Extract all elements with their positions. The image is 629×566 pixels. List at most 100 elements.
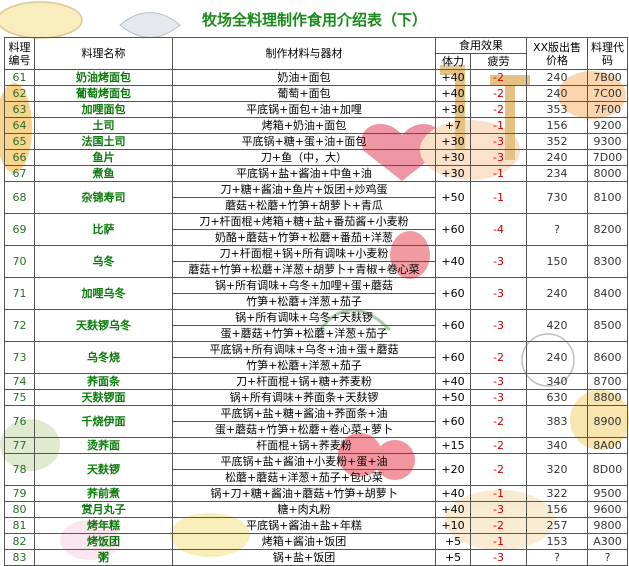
recipe-hp: +40: [435, 245, 471, 278]
recipe-number: 67: [4, 165, 35, 182]
recipe-number: 68: [4, 181, 35, 214]
recipe-materials: 糖+肉丸粉: [172, 501, 436, 518]
recipe-code: 8100: [587, 181, 628, 214]
recipe-code: 9500: [587, 485, 628, 502]
recipe-number: 72: [4, 309, 35, 342]
recipe-hp: +60: [435, 277, 471, 310]
recipe-price: 240: [526, 277, 588, 310]
recipe-price: 320: [526, 453, 588, 486]
header-no: 料理编号: [4, 37, 35, 70]
recipe-materials: 蛋+蘑菇+竹笋+松蘑+洋葱+茄子: [172, 325, 436, 342]
recipe-materials: 平底锅+所有调味+乌冬+油+蛋+蘑菇: [172, 341, 436, 358]
recipe-hp: +5: [435, 549, 471, 566]
recipe-materials: 锅+所有调味+乌冬+加哩+蛋+蘑菇: [172, 277, 436, 294]
recipe-number: 74: [4, 373, 35, 390]
recipe-code: 8D00: [587, 453, 628, 486]
page-title: 牧场全料理制作食用介绍表（下）: [201, 11, 427, 29]
recipe-fatigue: -3: [470, 245, 527, 278]
recipe-name: 赏月丸子: [34, 501, 173, 518]
recipe-hp: +30: [435, 149, 471, 166]
recipe-materials: 烤箱+酱油+饭团: [172, 533, 436, 550]
header-hp: 体力: [435, 53, 471, 70]
recipe-number: 71: [4, 277, 35, 310]
recipe-code: 9600: [587, 501, 628, 518]
table-row: 62 葡萄烤面包 葡萄+面包 +40 -2 240 7C00: [4, 85, 628, 102]
recipe-number: 70: [4, 245, 35, 278]
recipe-code: 8500: [587, 309, 628, 342]
recipe-materials: 平底锅+糖+蛋+油+面包: [172, 133, 436, 150]
table-row: 64 土司 烤箱+奶油+面包 +7 -1 156 9200: [4, 117, 628, 134]
recipe-name: 荞前煮: [34, 485, 173, 502]
recipe-number: 63: [4, 101, 35, 118]
recipe-name: 法国土司: [34, 133, 173, 150]
recipe-fatigue: -2: [470, 101, 527, 118]
table-row: 67 煮鱼 平底锅+盐+酱油+中鱼+油 +30 -1 234 8000: [4, 165, 628, 182]
recipe-fatigue: -3: [470, 501, 527, 518]
recipe-fatigue: -1: [470, 165, 527, 182]
recipe-number: 76: [4, 405, 35, 438]
recipe-name: 鱼片: [34, 149, 173, 166]
recipe-materials: 刀+杆面棍+锅+糖+荞麦粉: [172, 373, 436, 390]
table-row: 80 赏月丸子 糖+肉丸粉 +40 -3 156 9600: [4, 501, 628, 518]
recipe-materials: 刀+鱼（中，大）: [172, 149, 436, 166]
recipe-code: 8A00: [587, 437, 628, 454]
recipe-materials: 蘑菇+竹笋+松蘑+洋葱+胡萝卜+青椒+卷心菜: [172, 261, 436, 278]
table-row: 69 比萨 刀+杆面棍+烤箱+糖+盐+番茄酱+小麦粉 +60 -4? 8200: [4, 213, 628, 246]
recipe-code: 8600: [587, 341, 628, 374]
recipe-hp: +60: [435, 309, 471, 342]
recipe-hp: +50: [435, 389, 471, 406]
recipe-code: 8400: [587, 277, 628, 310]
recipe-number: 64: [4, 117, 35, 134]
recipe-number: 69: [4, 213, 35, 246]
recipe-materials: 葡萄+面包: [172, 85, 436, 102]
recipe-price: 156: [526, 501, 588, 518]
recipe-number: 73: [4, 341, 35, 374]
recipe-name: 粥: [34, 549, 173, 566]
recipe-fatigue: -3: [470, 373, 527, 390]
recipe-number: 83: [4, 549, 35, 566]
recipe-code: 9800: [587, 517, 628, 534]
recipe-price: 352: [526, 133, 588, 150]
recipe-name: 比萨: [34, 213, 173, 246]
recipe-materials: 锅+刀+糖+酱油+蘑菇+竹笋+胡萝卜: [172, 485, 436, 502]
recipe-materials: 锅+所有调味+荞面条+天麸锣: [172, 389, 436, 406]
recipe-materials: 平底锅+盐+酱油+小麦粉+蛋+油: [172, 453, 436, 470]
recipe-name: 天麸锣面: [34, 389, 173, 406]
recipe-price: 730: [526, 181, 588, 214]
header-name: 料理名称: [34, 37, 173, 70]
table-row: 68 杂锦寿司 刀+糖+酱油+鱼片+饭团+炒鸡蛋 +50 -1 730 8100: [4, 181, 628, 214]
recipe-name: 天麸锣: [34, 453, 173, 486]
recipe-hp: +20: [435, 453, 471, 486]
recipe-hp: +40: [435, 85, 471, 102]
recipe-materials: 平底锅+面包+油+加哩: [172, 101, 436, 118]
recipe-materials: 平底锅+酱油+盐+年糕: [172, 517, 436, 534]
recipe-hp: +60: [435, 405, 471, 438]
recipe-code: 7F00: [587, 101, 628, 118]
recipe-fatigue: -4: [470, 213, 527, 246]
recipe-price: 383: [526, 405, 588, 438]
header-fatigue: 疲劳: [470, 53, 527, 70]
recipe-number: 81: [4, 517, 35, 534]
recipe-number: 79: [4, 485, 35, 502]
recipe-number: 82: [4, 533, 35, 550]
recipe-name: 奶油烤面包: [34, 69, 173, 86]
recipe-hp: +50: [435, 181, 471, 214]
table-row: 71 加哩乌冬 锅+所有调味+乌冬+加哩+蛋+蘑菇 +60 -3 240 8400: [4, 277, 628, 310]
table-row: 82 烤饭团 烤箱+酱油+饭团 +5 -1 153 A300: [4, 533, 628, 550]
recipe-fatigue: -2: [470, 341, 527, 374]
recipe-number: 77: [4, 437, 35, 454]
recipe-name: 烤饭团: [34, 533, 173, 550]
recipe-hp: +60: [435, 341, 471, 374]
recipe-name: 杂锦寿司: [34, 181, 173, 214]
table-row: 70 乌冬 刀+杆面棍+锅+所有调味+小麦粉 +40 -3 150 8300: [4, 245, 628, 278]
recipe-fatigue: -2: [470, 453, 527, 486]
header-materials: 制作材料与器材: [172, 37, 436, 70]
recipe-materials: 蘑菇+松蘑+竹笋+胡萝卜+青瓜: [172, 197, 436, 214]
recipe-materials: 蛋+蘑菇+竹笋+松蘑+卷心菜+萝卜: [172, 421, 436, 438]
table-row: 76 千烧伊面 平底锅+盐+糖+酱油+荞面条+油 +60 -2 383 8900: [4, 405, 628, 438]
header-effect: 食用效果: [435, 37, 527, 54]
recipe-price: 353: [526, 101, 588, 118]
recipe-materials: 烤箱+奶油+面包: [172, 117, 436, 134]
recipe-code: 7C00: [587, 85, 628, 102]
table-row: 72 天麸锣乌冬 锅+所有调味+乌冬+天麸锣 +60 -3 420 8500: [4, 309, 628, 342]
